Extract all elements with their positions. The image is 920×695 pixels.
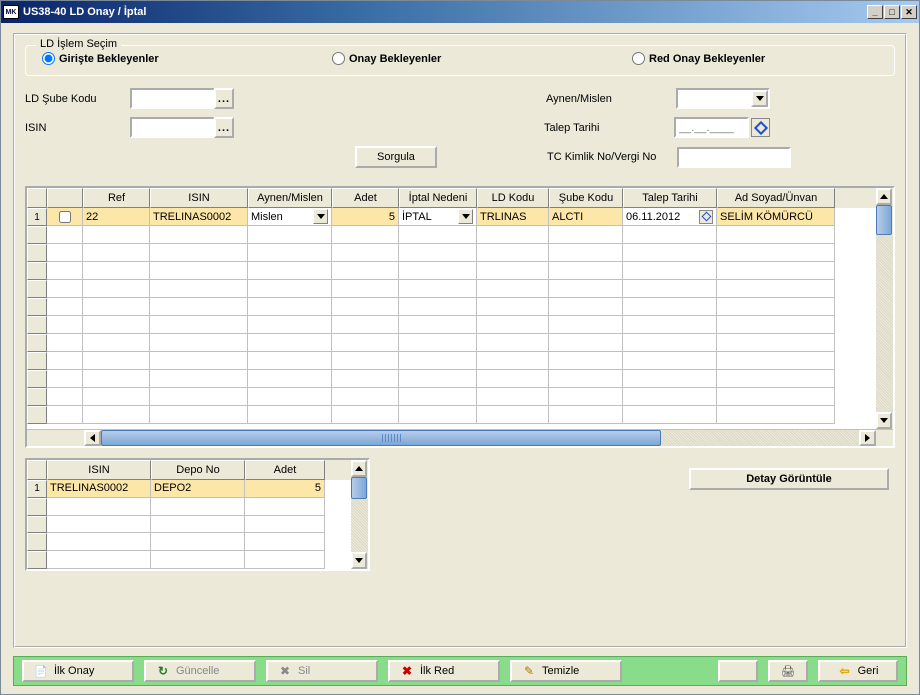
cell-iptal[interactable]: İPTAL	[399, 208, 477, 226]
sg-cell-isin[interactable]: TRELINAS0002	[47, 480, 151, 498]
chevron-down-icon[interactable]	[458, 209, 473, 224]
radio-red-onay[interactable]: Red Onay Bekleyenler	[632, 52, 765, 65]
sg-col-depo[interactable]: Depo No	[151, 460, 245, 480]
label-aynen: Aynen/Mislen	[546, 93, 676, 105]
calendar-icon[interactable]	[699, 210, 713, 224]
label-tc: TC Kimlik No/Vergi No	[547, 151, 677, 163]
col-isin[interactable]: ISIN	[150, 188, 248, 208]
isin-input[interactable]	[130, 117, 215, 138]
calendar-icon	[753, 120, 767, 134]
maximize-button[interactable]: □	[884, 5, 900, 19]
label-ld-sube: LD Şube Kodu	[25, 93, 130, 105]
col-ref[interactable]: Ref	[83, 188, 150, 208]
ld-sube-input[interactable]	[130, 88, 215, 109]
grid-vscroll[interactable]	[876, 188, 893, 429]
grid-header: Ref ISIN Aynen/Mislen Adet İptal Nedeni …	[27, 188, 876, 208]
document-icon	[34, 664, 48, 678]
cell-adet[interactable]: 5	[332, 208, 399, 226]
col-ad[interactable]: Ad Soyad/Ünvan	[717, 188, 835, 208]
col-aynen[interactable]: Aynen/Mislen	[248, 188, 332, 208]
cell-isin[interactable]: TRELINAS0002	[150, 208, 248, 226]
back-icon	[838, 664, 852, 678]
chevron-down-icon	[751, 90, 768, 107]
main-grid: Ref ISIN Aynen/Mislen Adet İptal Nedeni …	[25, 186, 895, 448]
col-ldkodu[interactable]: LD Kodu	[477, 188, 549, 208]
label-talep-tarihi: Talep Tarihi	[544, 122, 674, 134]
scroll-thumb[interactable]	[351, 477, 367, 499]
radio-onay[interactable]: Onay Bekleyenler	[332, 52, 632, 65]
guncelle-button[interactable]: Güncelle	[144, 660, 256, 682]
chevron-down-icon[interactable]	[313, 209, 328, 224]
cell-aynen[interactable]: Mislen	[248, 208, 332, 226]
scroll-down-icon[interactable]	[351, 552, 367, 569]
geri-button[interactable]: Geri	[818, 660, 898, 682]
label-isin: ISIN	[25, 122, 130, 134]
scroll-up-icon[interactable]	[351, 460, 367, 477]
cell-talep[interactable]: 06.11.2012	[623, 208, 717, 226]
sil-button[interactable]: Sil	[266, 660, 378, 682]
reject-icon	[400, 664, 414, 678]
col-sube[interactable]: Şube Kodu	[549, 188, 623, 208]
talep-tarihi-picker[interactable]	[751, 118, 770, 137]
scroll-right-icon[interactable]	[859, 430, 876, 446]
cell-ldkodu[interactable]: TRLINAS	[477, 208, 549, 226]
cell-ref[interactable]: 22	[83, 208, 150, 226]
detay-goruntule-button[interactable]: Detay Görüntüle	[689, 468, 889, 490]
scroll-up-icon[interactable]	[876, 188, 892, 205]
ld-sube-lookup[interactable]: ...	[214, 88, 234, 109]
clear-icon	[522, 664, 536, 678]
col-talep[interactable]: Talep Tarihi	[623, 188, 717, 208]
scroll-thumb[interactable]	[101, 430, 661, 446]
sg-cell-adet[interactable]: 5	[245, 480, 325, 498]
islem-secim-group: LD İşlem Seçim Girişte Bekleyenler Onay …	[25, 45, 895, 76]
scroll-down-icon[interactable]	[876, 412, 892, 429]
groupbox-title: LD İşlem Seçim	[36, 38, 121, 50]
close-button[interactable]: ✕	[901, 5, 917, 19]
ilk-red-button[interactable]: İlk Red	[388, 660, 500, 682]
scroll-thumb[interactable]	[876, 205, 892, 235]
scroll-left-icon[interactable]	[84, 430, 101, 446]
refresh-icon	[156, 664, 170, 678]
app-icon: MK	[3, 5, 19, 19]
toolbar: İlk Onay Güncelle Sil İlk Red Temizle Ge…	[13, 656, 907, 686]
detail-vscroll[interactable]	[351, 460, 368, 569]
sg-col-adet[interactable]: Adet	[245, 460, 325, 480]
temizle-button[interactable]: Temizle	[510, 660, 622, 682]
row-checkbox[interactable]	[47, 208, 83, 226]
table-row[interactable]: 1 TRELINAS0002 DEPO2 5	[27, 480, 351, 498]
tc-input[interactable]	[677, 147, 791, 168]
grid-body: 1 22 TRELINAS0002 Mislen 5 İPTAL TRLINAS…	[27, 208, 876, 429]
titlebar: MK US38-40 LD Onay / İptal _ □ ✕	[1, 1, 919, 23]
delete-icon	[278, 664, 292, 678]
print-icon	[781, 664, 795, 678]
detail-grid: ISIN Depo No Adet 1 TRELINAS0002 DEPO2 5	[25, 458, 370, 571]
sg-cell-depo[interactable]: DEPO2	[151, 480, 245, 498]
sorgula-button[interactable]: Sorgula	[355, 146, 437, 168]
grid-hscroll[interactable]	[27, 429, 893, 446]
cell-sube[interactable]: ALCTI	[549, 208, 623, 226]
radio-giriste[interactable]: Girişte Bekleyenler	[42, 52, 332, 65]
minimize-button[interactable]: _	[867, 5, 883, 19]
isin-lookup[interactable]: ...	[214, 117, 234, 138]
cell-ad[interactable]: SELİM KÖMÜRCÜ	[717, 208, 835, 226]
col-iptal[interactable]: İptal Nedeni	[399, 188, 477, 208]
talep-tarihi-input[interactable]	[674, 117, 749, 138]
ilk-onay-button[interactable]: İlk Onay	[22, 660, 134, 682]
print-button[interactable]	[768, 660, 808, 682]
col-adet[interactable]: Adet	[332, 188, 399, 208]
aynen-dropdown[interactable]	[676, 88, 770, 109]
empty-button[interactable]	[718, 660, 758, 682]
window-title: US38-40 LD Onay / İptal	[23, 6, 146, 18]
sg-col-isin[interactable]: ISIN	[47, 460, 151, 480]
table-row[interactable]: 1 22 TRELINAS0002 Mislen 5 İPTAL TRLINAS…	[27, 208, 876, 226]
